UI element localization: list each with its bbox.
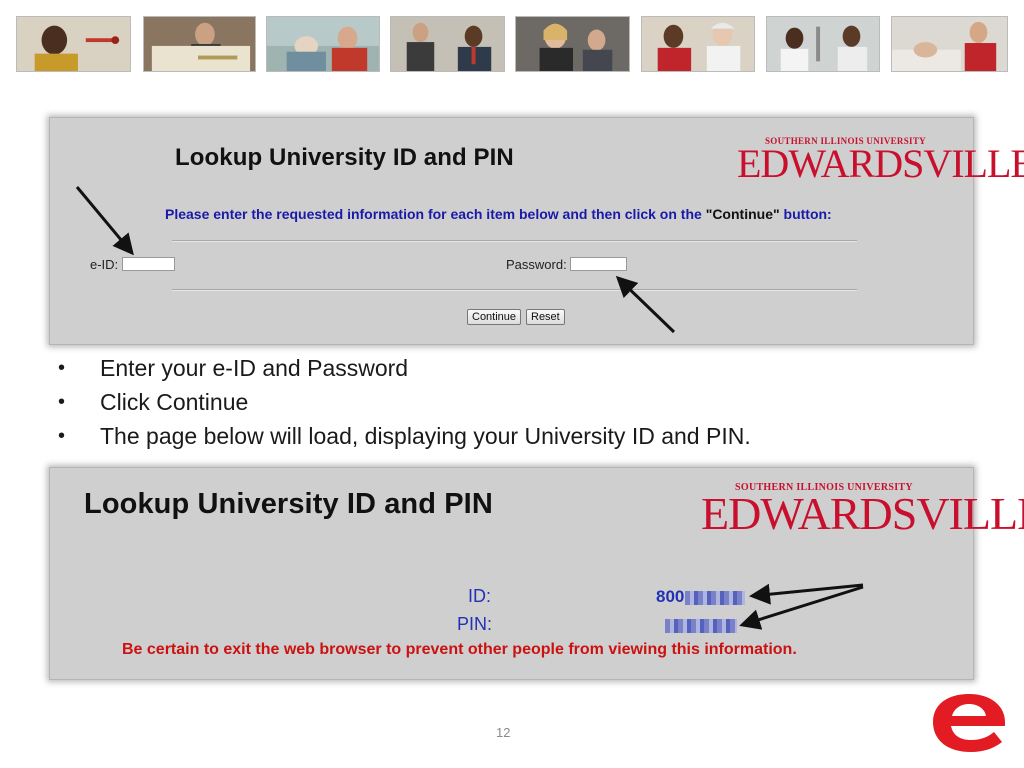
form-title: Lookup University ID and PIN	[175, 144, 514, 171]
nurses-photo-icon	[641, 16, 755, 72]
form-divider-top	[172, 240, 857, 242]
instruction-continue-ref: "Continue"	[705, 206, 780, 222]
id-visible-prefix: 800	[656, 587, 685, 606]
siue-logo: SOUTHERN ILLINOIS UNIVERSITY EDWARDSVILL…	[701, 482, 1024, 537]
list-item: • Click Continue	[58, 387, 751, 421]
bullet-text: The page below will load, displaying you…	[100, 423, 751, 449]
bullet-text: Enter your e-ID and Password	[100, 355, 409, 381]
lab-researchers-photo-icon	[766, 16, 880, 72]
blurred-pin	[665, 618, 737, 633]
logo-big-text: EDWARDSVILLE	[701, 488, 1024, 539]
instruction-prefix: Please enter the requested information f…	[165, 206, 702, 222]
bullet-glyph: •	[58, 425, 66, 447]
business-people-photo-icon	[390, 16, 505, 72]
pin-label: PIN:	[457, 614, 493, 634]
siue-logo: SOUTHERN ILLINOIS UNIVERSITY EDWARDSVILL…	[737, 136, 1024, 184]
id-value: 800	[656, 587, 746, 607]
siue-e-logo-icon	[931, 690, 1007, 752]
reset-button[interactable]: Reset	[526, 309, 565, 325]
password-input[interactable]	[570, 257, 627, 271]
form-divider-bottom	[172, 289, 857, 291]
blurred-id-digits	[685, 590, 746, 605]
id-label: ID:	[468, 586, 492, 606]
list-item: • Enter your e-ID and Password	[58, 353, 751, 387]
pin-value	[664, 615, 737, 635]
page-number: 12	[496, 725, 511, 740]
bullet-glyph: •	[58, 391, 66, 413]
continue-button[interactable]: Continue	[467, 309, 522, 325]
password-label: Password:	[506, 257, 567, 272]
instruction-bullets: • Enter your e-ID and Password • Click Con…	[58, 353, 751, 455]
nursing-simulation-photo-icon	[891, 16, 1008, 72]
result-page-screenshot: Lookup University ID and PIN SOUTHERN IL…	[49, 467, 1024, 680]
result-title: Lookup University ID and PIN	[84, 488, 493, 520]
student-reading-newspaper-photo-icon	[143, 16, 256, 72]
list-item: • The page below will load, displaying yo…	[58, 421, 751, 455]
warning-message: Be certain to exit the web browser to pr…	[122, 641, 797, 658]
logo-big-text: EDWARDSVILLE	[737, 141, 1024, 186]
dental-clinic-photo-icon	[266, 16, 380, 72]
photo-strip	[16, 16, 1008, 72]
lookup-form-screenshot: Lookup University ID and PIN SOUTHERN IL…	[49, 117, 1024, 345]
meeting-photo-icon	[515, 16, 630, 72]
bullet-glyph: •	[58, 357, 66, 379]
instruction-suffix: button:	[783, 206, 832, 222]
eid-label: e-ID:	[90, 257, 119, 272]
form-instruction: Please enter the requested information f…	[165, 206, 832, 222]
bullet-text: Click Continue	[100, 389, 249, 415]
student-with-pipette-photo-icon	[16, 16, 131, 72]
eid-input[interactable]	[122, 257, 175, 271]
